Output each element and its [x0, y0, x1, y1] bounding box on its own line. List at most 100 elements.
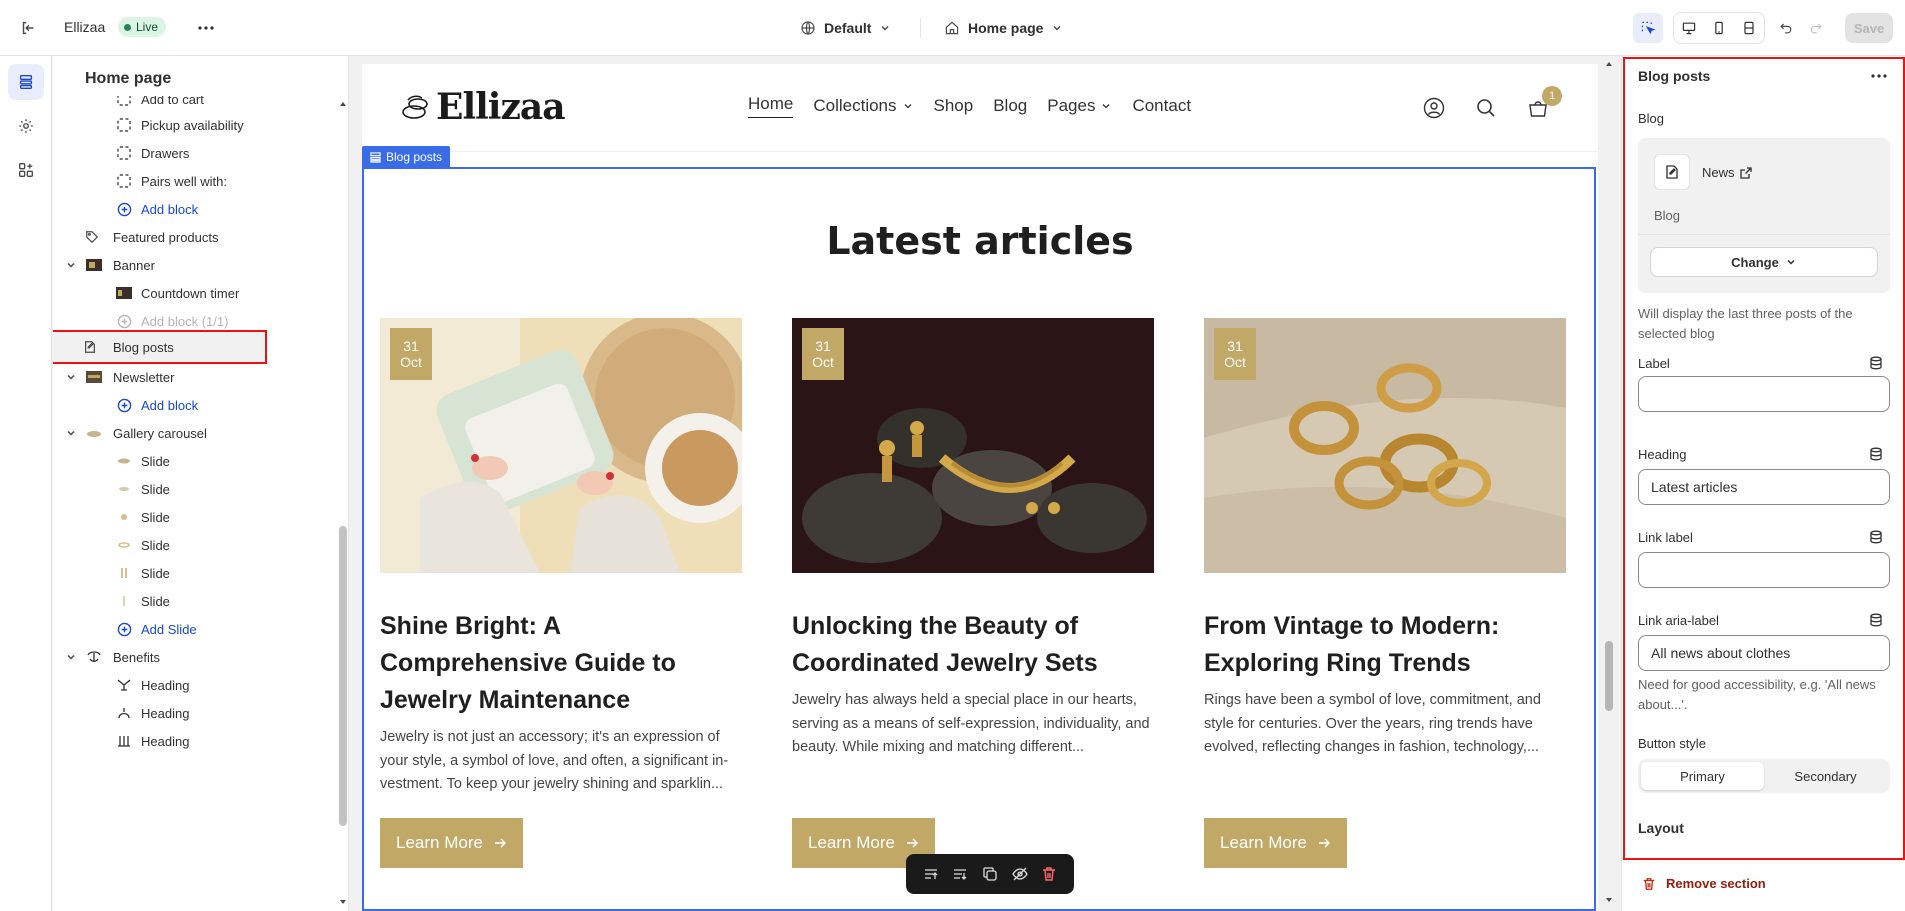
- aria-label-input[interactable]: All news about clothes: [1638, 635, 1890, 671]
- nav-item-contact[interactable]: Contact: [1132, 94, 1191, 118]
- apps-icon[interactable]: [8, 152, 44, 188]
- sidebar-scroll-thumb[interactable]: [339, 526, 347, 826]
- fullscreen-view-icon[interactable]: [1734, 14, 1764, 42]
- selected-section-tag[interactable]: Blog posts: [362, 146, 451, 168]
- main-nav: Home Collections Shop Blog Pages Contact: [748, 94, 1191, 118]
- button-style-secondary[interactable]: Secondary: [1764, 762, 1887, 790]
- preview-scroll-thumb[interactable]: [1605, 641, 1613, 711]
- nav-item-blog[interactable]: Blog: [993, 94, 1027, 118]
- section-label: Banner: [113, 257, 155, 273]
- block-label: Pairs well with:: [141, 173, 227, 189]
- sections-icon[interactable]: [8, 64, 44, 100]
- nav-item-collections[interactable]: Collections: [813, 94, 913, 118]
- block-label: Heading: [141, 705, 190, 721]
- duplicate-icon[interactable]: [982, 866, 998, 882]
- more-actions-icon[interactable]: [194, 16, 218, 40]
- desktop-view-icon[interactable]: [1674, 14, 1704, 42]
- arrow-right-icon: [906, 838, 918, 848]
- hide-eye-icon[interactable]: [1011, 866, 1028, 882]
- inspector-toggle-icon[interactable]: [1633, 13, 1663, 43]
- dynamic-source-icon[interactable]: [1867, 354, 1885, 372]
- page-selector[interactable]: Home page: [944, 16, 1063, 40]
- store-name: Ellizaa: [64, 19, 106, 35]
- label-input[interactable]: [1638, 376, 1890, 412]
- store-logo[interactable]: Ellizaa: [400, 86, 566, 128]
- section-label: Benefits: [113, 649, 160, 665]
- save-button[interactable]: Save: [1845, 13, 1893, 43]
- article-image[interactable]: 31 Oct: [380, 318, 742, 573]
- button-style-segmented: Primary Secondary: [1638, 759, 1890, 793]
- dynamic-source-icon[interactable]: [1867, 611, 1885, 629]
- chevron-down-icon[interactable]: [63, 425, 79, 441]
- settings-gear-icon[interactable]: [8, 108, 44, 144]
- chevron-down-icon[interactable]: [63, 257, 79, 273]
- nav-item-pages[interactable]: Pages: [1047, 94, 1112, 118]
- redo-icon[interactable]: [1801, 13, 1831, 43]
- heading-field-label: Heading: [1638, 447, 1687, 462]
- blog-field-label: Blog: [1638, 111, 1665, 126]
- delete-icon[interactable]: [1041, 866, 1057, 882]
- slide-thumbnail-icon: [115, 480, 133, 498]
- heading-input[interactable]: Latest articles: [1638, 469, 1890, 505]
- search-icon[interactable]: [1474, 96, 1498, 120]
- scroll-down-icon[interactable]: [1602, 894, 1616, 906]
- date-day: 31: [403, 338, 419, 354]
- slide-thumbnail-icon: [115, 564, 133, 582]
- learn-more-button[interactable]: Learn More: [380, 818, 523, 868]
- slide-thumbnail-icon: [115, 592, 133, 610]
- logo-text: Ellizaa: [436, 86, 566, 128]
- article-date-badge: 31 Oct: [390, 328, 432, 380]
- nav-item-home[interactable]: Home: [748, 94, 794, 118]
- account-icon[interactable]: [1422, 96, 1446, 120]
- slide-thumbnail-icon: [115, 536, 133, 554]
- blog-help-text: Will display the last three posts of the…: [1638, 306, 1853, 341]
- trash-icon: [1643, 877, 1655, 890]
- link-label-input[interactable]: [1638, 552, 1890, 588]
- block-item-heading[interactable]: Heading: [53, 724, 335, 758]
- exit-icon[interactable]: [16, 16, 40, 40]
- benefits-thumbnail-icon: [85, 648, 103, 666]
- change-blog-button[interactable]: Change: [1650, 247, 1878, 277]
- globe-icon: [801, 21, 815, 35]
- chevron-down-icon[interactable]: [63, 369, 79, 385]
- article-title[interactable]: Shine Bright: A Comprehensive Guide to J…: [380, 608, 742, 719]
- learn-more-button[interactable]: Learn More: [1204, 818, 1347, 868]
- plus-circle-icon: [115, 200, 133, 218]
- undo-icon[interactable]: [1771, 13, 1801, 43]
- remove-section-button[interactable]: Remove section: [1642, 876, 1766, 891]
- external-link-icon: [1739, 166, 1752, 179]
- scroll-up-icon[interactable]: [1602, 58, 1616, 70]
- chevron-down-icon[interactable]: [63, 649, 79, 665]
- sidebar-scrollbar[interactable]: [337, 96, 349, 911]
- arrow-right-icon: [1318, 838, 1330, 848]
- scroll-down-icon[interactable]: [337, 896, 349, 908]
- button-style-primary[interactable]: Primary: [1641, 762, 1764, 790]
- article-image[interactable]: 31 Oct: [792, 318, 1154, 573]
- date-day: 31: [1227, 338, 1243, 354]
- theme-label: Default: [824, 20, 872, 36]
- more-actions-icon[interactable]: [1867, 64, 1891, 88]
- section-item-blog-posts[interactable]: Blog posts: [53, 330, 267, 364]
- blog-name-link[interactable]: News: [1702, 165, 1752, 180]
- mobile-view-icon[interactable]: [1704, 14, 1734, 42]
- learn-more-label: Learn More: [396, 833, 483, 852]
- block-label: Heading: [141, 733, 190, 749]
- article-date-badge: 31 Oct: [802, 328, 844, 380]
- banner-thumbnail-icon: [85, 256, 103, 274]
- theme-selector[interactable]: Default: [800, 16, 891, 40]
- date-day: 31: [815, 338, 831, 354]
- nav-item-shop[interactable]: Shop: [934, 94, 974, 118]
- article-title[interactable]: Unlocking the Beauty of Coordinated Jewe…: [792, 608, 1154, 682]
- article-title[interactable]: From Vintage to Modern: Exploring Ring T…: [1204, 608, 1566, 682]
- move-up-icon[interactable]: [923, 866, 939, 882]
- logo-icon: [402, 95, 428, 119]
- dynamic-source-icon[interactable]: [1867, 445, 1885, 463]
- dynamic-source-icon[interactable]: [1867, 528, 1885, 546]
- article-image[interactable]: 31 Oct: [1204, 318, 1566, 573]
- scroll-up-icon[interactable]: [337, 98, 349, 110]
- storefront-preview: Ellizaa Home Collections Shop Blog Pages…: [362, 64, 1598, 911]
- move-down-icon[interactable]: [952, 866, 968, 882]
- sections-sidebar: Home page Add to cart Pickup availabilit…: [53, 56, 349, 911]
- change-label: Change: [1731, 254, 1779, 270]
- preview-scrollbar[interactable]: [1602, 56, 1616, 911]
